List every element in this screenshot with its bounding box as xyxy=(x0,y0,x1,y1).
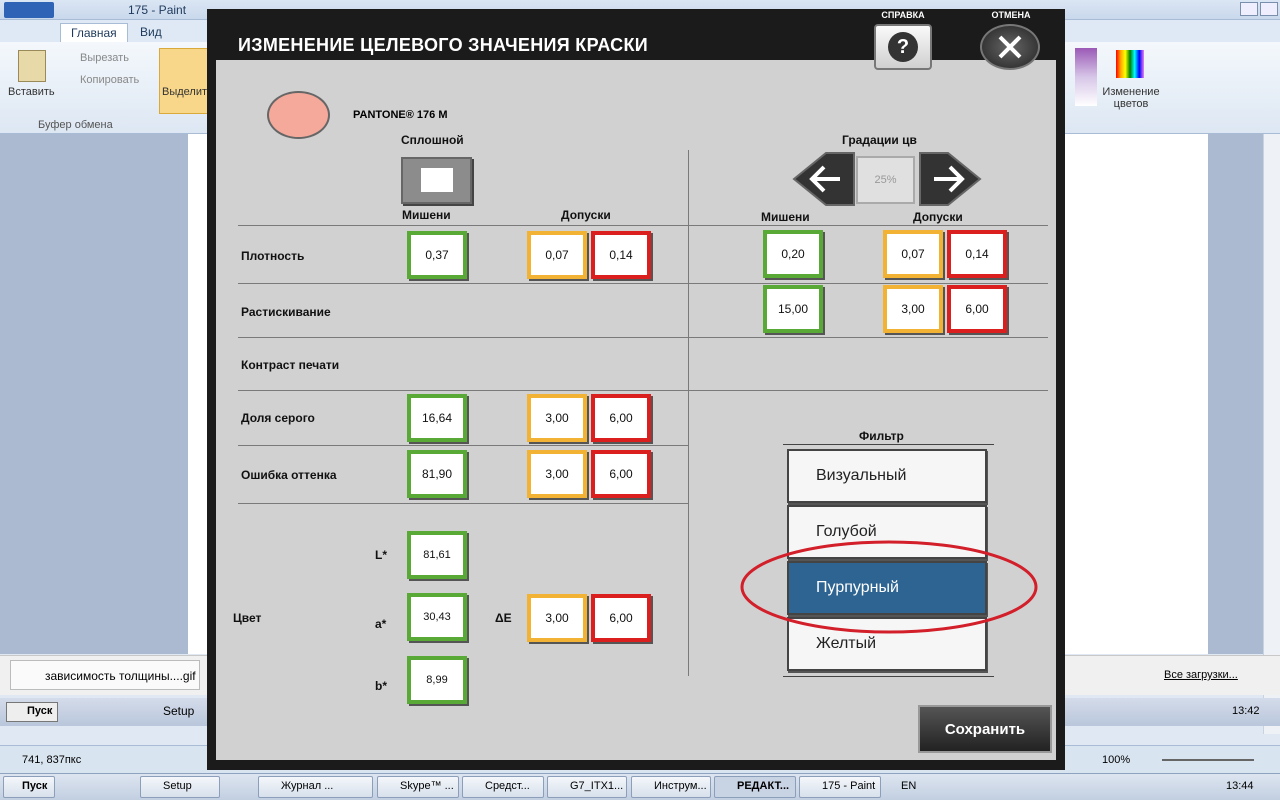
grad-density-error-tolerance-field[interactable]: 0,14 xyxy=(947,230,1007,278)
paste-button[interactable]: Вставить xyxy=(8,86,55,98)
hue-error-tolerance-field[interactable]: 6,00 xyxy=(591,450,651,498)
paint-window-title: 175 - Paint xyxy=(128,3,187,17)
cancel-button[interactable] xyxy=(980,24,1040,70)
taskbar-editor[interactable]: РЕДАКТ... xyxy=(714,776,796,798)
row-dot-gain: Растискивание xyxy=(241,305,331,319)
divider xyxy=(238,225,1048,226)
question-icon: ? xyxy=(888,32,918,62)
edit-colors-button[interactable]: Изменение цветов xyxy=(1100,86,1162,110)
gradation-value: 25% xyxy=(856,156,915,204)
divider xyxy=(238,445,688,446)
b-star-label: b* xyxy=(375,679,387,693)
cursor-coords: 741, 837пкс xyxy=(22,754,82,766)
cut-button[interactable]: Вырезать xyxy=(80,52,129,64)
download-item[interactable]: зависимость толщины....gif xyxy=(10,660,200,690)
color-swatch xyxy=(267,91,330,139)
row-color: Цвет xyxy=(233,611,262,625)
delta-e-warn-tolerance-field[interactable]: 3,00 xyxy=(527,594,587,642)
taskbar-skype[interactable]: Skype™ ... xyxy=(377,776,459,798)
inner-start-button[interactable]: Пуск xyxy=(6,702,58,722)
select-button-label: Выделит xyxy=(162,86,208,98)
a-star-field[interactable]: 30,43 xyxy=(407,593,467,641)
grad-dotgain-target-field[interactable]: 15,00 xyxy=(763,285,823,333)
paint-menu-button[interactable] xyxy=(4,2,54,18)
taskbar-paint[interactable]: 175 - Paint xyxy=(799,776,881,798)
gray-warn-tolerance-field[interactable]: 3,00 xyxy=(527,394,587,442)
arrow-right-icon[interactable] xyxy=(918,151,982,207)
taskbar-tools[interactable]: Средст... xyxy=(462,776,544,798)
maximize-button[interactable] xyxy=(1240,2,1258,16)
divider xyxy=(238,283,1048,284)
grad-dotgain-error-tolerance-field[interactable]: 6,00 xyxy=(947,285,1007,333)
save-button[interactable]: Сохранить xyxy=(918,705,1052,753)
solid-targets-header: Мишени xyxy=(402,208,451,222)
hue-warn-tolerance-field[interactable]: 3,00 xyxy=(527,450,587,498)
gray-error-tolerance-field[interactable]: 6,00 xyxy=(591,394,651,442)
density-error-tolerance-field[interactable]: 0,14 xyxy=(591,231,651,279)
palette-icon xyxy=(1075,48,1097,106)
color-name: PANTONE® 176 M xyxy=(353,109,448,121)
copy-button[interactable]: Копировать xyxy=(80,74,139,86)
close-window-button[interactable] xyxy=(1260,2,1278,16)
delta-e-label: ΔE xyxy=(495,611,512,625)
row-print-contrast: Контраст печати xyxy=(241,358,340,372)
cancel-label: ОТМЕНА xyxy=(991,10,1031,20)
gray-target-field[interactable]: 16,64 xyxy=(407,394,467,442)
taskbar-clock: 13:44 xyxy=(1226,780,1254,792)
inner-clock: 13:42 xyxy=(1232,705,1260,717)
inner-taskbar-setup[interactable]: Setup xyxy=(143,702,203,722)
dialog-title: ИЗМЕНЕНИЕ ЦЕЛЕВОГО ЗНАЧЕНИЯ КРАСКИ xyxy=(238,35,648,55)
vertical-scrollbar[interactable] xyxy=(1263,134,1280,734)
arrow-left-icon[interactable] xyxy=(792,151,856,207)
taskbar-setup[interactable]: Setup xyxy=(140,776,220,798)
row-gray-share: Доля серого xyxy=(241,411,315,425)
vertical-divider xyxy=(688,150,689,676)
delta-e-error-tolerance-field[interactable]: 6,00 xyxy=(591,594,651,642)
row-density: Плотность xyxy=(241,249,305,263)
grad-density-target-field[interactable]: 0,20 xyxy=(763,230,823,278)
zoom-slider[interactable] xyxy=(1162,759,1254,761)
tab-view[interactable]: Вид xyxy=(130,23,172,42)
divider xyxy=(238,503,688,504)
grad-targets-header: Мишени xyxy=(761,210,810,224)
l-star-field[interactable]: 81,61 xyxy=(407,531,467,579)
divider xyxy=(238,337,1048,338)
grad-tolerances-header: Допуски xyxy=(913,210,963,224)
paste-icon xyxy=(18,50,46,82)
gradations-header: Градации цв xyxy=(842,133,917,147)
density-target-field[interactable]: 0,37 xyxy=(407,231,467,279)
language-indicator[interactable]: EN xyxy=(901,780,916,792)
grad-dotgain-warn-tolerance-field[interactable]: 3,00 xyxy=(883,285,943,333)
taskbar-pdf[interactable]: G7_ITX1... xyxy=(547,776,627,798)
a-star-label: a* xyxy=(375,617,387,631)
b-star-field[interactable]: 8,99 xyxy=(407,656,467,704)
help-label: СПРАВКА xyxy=(881,10,925,20)
filter-visual-button[interactable]: Визуальный xyxy=(787,449,987,503)
help-button[interactable]: ? xyxy=(874,24,932,70)
l-star-label: L* xyxy=(375,548,387,562)
solid-header: Сплошной xyxy=(401,133,464,147)
solid-toggle-button[interactable] xyxy=(401,157,472,204)
edit-colors-icon[interactable] xyxy=(1116,50,1144,78)
row-hue-error: Ошибка оттенка xyxy=(241,468,337,482)
taskbar-journal[interactable]: Журнал ... xyxy=(258,776,373,798)
density-warn-tolerance-field[interactable]: 0,07 xyxy=(527,231,587,279)
tab-home[interactable]: Главная xyxy=(60,23,128,42)
filter-header: Фильтр xyxy=(859,429,904,443)
grad-density-warn-tolerance-field[interactable]: 0,07 xyxy=(883,230,943,278)
divider xyxy=(238,390,1048,391)
hue-target-field[interactable]: 81,90 xyxy=(407,450,467,498)
close-icon xyxy=(998,35,1022,59)
taskbar-instr[interactable]: Инструм... xyxy=(631,776,711,798)
solid-tolerances-header: Допуски xyxy=(561,208,611,222)
start-button[interactable]: Пуск xyxy=(3,776,55,798)
clipboard-group-label: Буфер обмена xyxy=(38,119,113,131)
select-button[interactable] xyxy=(159,48,209,114)
solid-square-icon xyxy=(421,168,453,192)
zoom-level: 100% xyxy=(1102,754,1131,766)
annotation-ellipse xyxy=(740,540,1038,634)
all-downloads-link[interactable]: Все загрузки... xyxy=(1164,669,1238,681)
